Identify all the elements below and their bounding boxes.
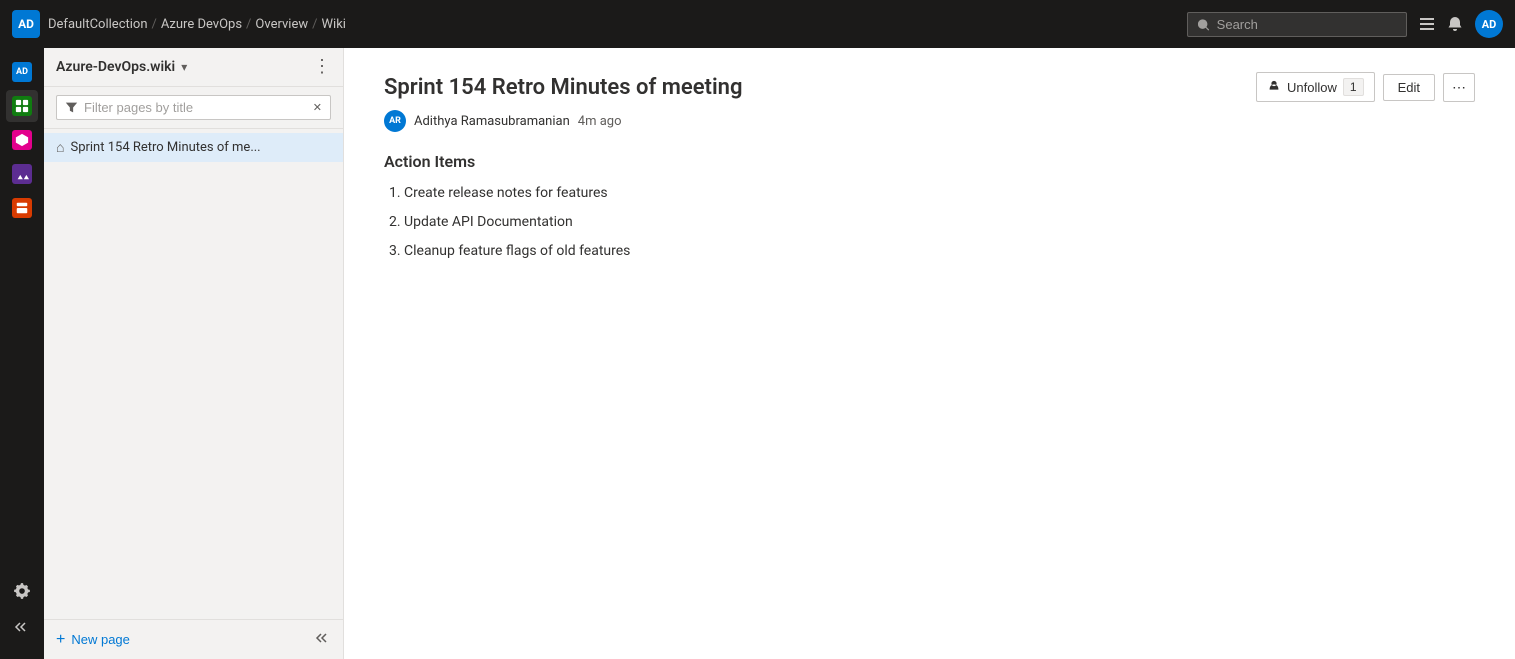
breadcrumb-sep-2: / [312, 17, 317, 32]
test-icon [12, 164, 32, 184]
sidebar-page-item[interactable]: ⌂ Sprint 154 Retro Minutes of me... [44, 133, 343, 162]
search-icon [1198, 17, 1211, 31]
breadcrumb-item-2[interactable]: Overview [255, 17, 308, 32]
breadcrumb: DefaultCollection / Azure DevOps / Overv… [48, 17, 1179, 32]
notifications-icon-btn[interactable] [1447, 16, 1463, 32]
author-name: Adithya Ramasubramanian [414, 114, 570, 129]
nav-boards-btn[interactable] [6, 90, 38, 122]
icon-bar-bottom [6, 575, 38, 651]
action-item-2: Cleanup feature flags of old features [404, 241, 1475, 262]
nav-artifacts-btn[interactable] [6, 192, 38, 224]
new-page-plus-icon: + [56, 631, 65, 649]
filter-clear-icon[interactable]: ✕ [313, 101, 322, 114]
new-page-button[interactable]: + New page [56, 631, 130, 649]
app-logo[interactable]: AD [12, 10, 40, 38]
unfollow-icon [1267, 80, 1281, 94]
sidebar-more-icon[interactable]: ⋮ [313, 58, 331, 76]
chevrons-left-icon-2 [315, 630, 331, 646]
top-nav: AD DefaultCollection / Azure DevOps / Ov… [0, 0, 1515, 48]
nav-test-btn[interactable] [6, 158, 38, 190]
breadcrumb-sep-0: / [152, 17, 157, 32]
settings-icon-btn[interactable] [6, 575, 38, 607]
main-layout: AD [0, 48, 1515, 659]
breadcrumb-item-1[interactable]: Azure DevOps [161, 17, 242, 32]
new-page-label: New page [71, 632, 130, 647]
breadcrumb-item-3[interactable]: Wiki [322, 17, 346, 32]
edit-label: Edit [1398, 80, 1420, 95]
user-avatar[interactable]: AD [1475, 10, 1503, 38]
sidebar-filter: ✕ [44, 87, 343, 129]
action-item-1: Update API Documentation [404, 212, 1475, 233]
chevrons-left-icon [14, 619, 30, 635]
action-items-list: Create release notes for features Update… [384, 183, 1475, 262]
sidebar-title-row: Azure-DevOps.wiki ▾ [56, 59, 187, 75]
author-avatar: AR [384, 110, 406, 132]
top-nav-right: AD [1187, 10, 1503, 38]
edit-button[interactable]: Edit [1383, 74, 1435, 101]
page-title: Sprint 154 Retro Minutes of meeting [384, 75, 742, 100]
follow-count-badge: 1 [1343, 78, 1364, 96]
time-ago: 4m ago [578, 114, 622, 129]
sidebar-pages: ⌂ Sprint 154 Retro Minutes of me... [44, 129, 343, 619]
artifacts-icon [12, 198, 32, 218]
unfollow-label: Unfollow [1287, 80, 1337, 95]
more-options-button[interactable]: ⋯ [1443, 73, 1475, 102]
section-title: Action Items [384, 152, 1475, 171]
action-item-0: Create release notes for features [404, 183, 1475, 204]
bell-icon [1447, 16, 1463, 32]
nav-home-btn[interactable]: AD [6, 56, 38, 88]
sidebar-page-label: Sprint 154 Retro Minutes of me... [70, 140, 260, 155]
author-initials: AR [389, 116, 401, 126]
breadcrumb-sep-1: / [246, 17, 251, 32]
list-icon [1419, 16, 1435, 32]
more-icon: ⋯ [1452, 79, 1466, 96]
filter-input[interactable] [84, 100, 307, 115]
page-body: Action Items Create release notes for fe… [384, 152, 1475, 262]
collapse-sidebar-icon-btn[interactable] [6, 611, 38, 643]
boards-icon [12, 96, 32, 116]
nav-pipelines-btn[interactable] [6, 124, 38, 156]
sidebar-header: Azure-DevOps.wiki ▾ ⋮ [44, 48, 343, 87]
icon-bar-top: AD [6, 56, 38, 571]
unfollow-button[interactable]: Unfollow 1 [1256, 72, 1375, 102]
breadcrumb-item-0[interactable]: DefaultCollection [48, 17, 148, 32]
collapse-button[interactable] [315, 630, 331, 649]
page-home-icon: ⌂ [56, 139, 64, 156]
sidebar-dropdown-icon[interactable]: ▾ [181, 60, 187, 74]
filter-input-wrap: ✕ [56, 95, 331, 120]
main-content: Sprint 154 Retro Minutes of meeting Unfo… [344, 48, 1515, 659]
search-input[interactable] [1217, 17, 1396, 32]
list-view-icon-btn[interactable] [1419, 16, 1435, 32]
sidebar: Azure-DevOps.wiki ▾ ⋮ ✕ ⌂ Sprint 154 Ret… [44, 48, 344, 659]
logo-text: AD [18, 17, 34, 31]
sidebar-title: Azure-DevOps.wiki [56, 59, 175, 75]
global-search-box[interactable] [1187, 12, 1407, 37]
page-actions: Unfollow 1 Edit ⋯ [1256, 72, 1475, 102]
home-icon: AD [12, 62, 32, 82]
page-meta: AR Adithya Ramasubramanian 4m ago [384, 110, 1475, 132]
icon-bar: AD [0, 48, 44, 659]
page-header-row: Sprint 154 Retro Minutes of meeting Unfo… [384, 72, 1475, 102]
filter-icon [65, 101, 78, 114]
user-initials: AD [1482, 18, 1497, 31]
gear-icon [13, 582, 31, 600]
sidebar-footer: + New page [44, 619, 343, 659]
pipelines-icon [12, 130, 32, 150]
